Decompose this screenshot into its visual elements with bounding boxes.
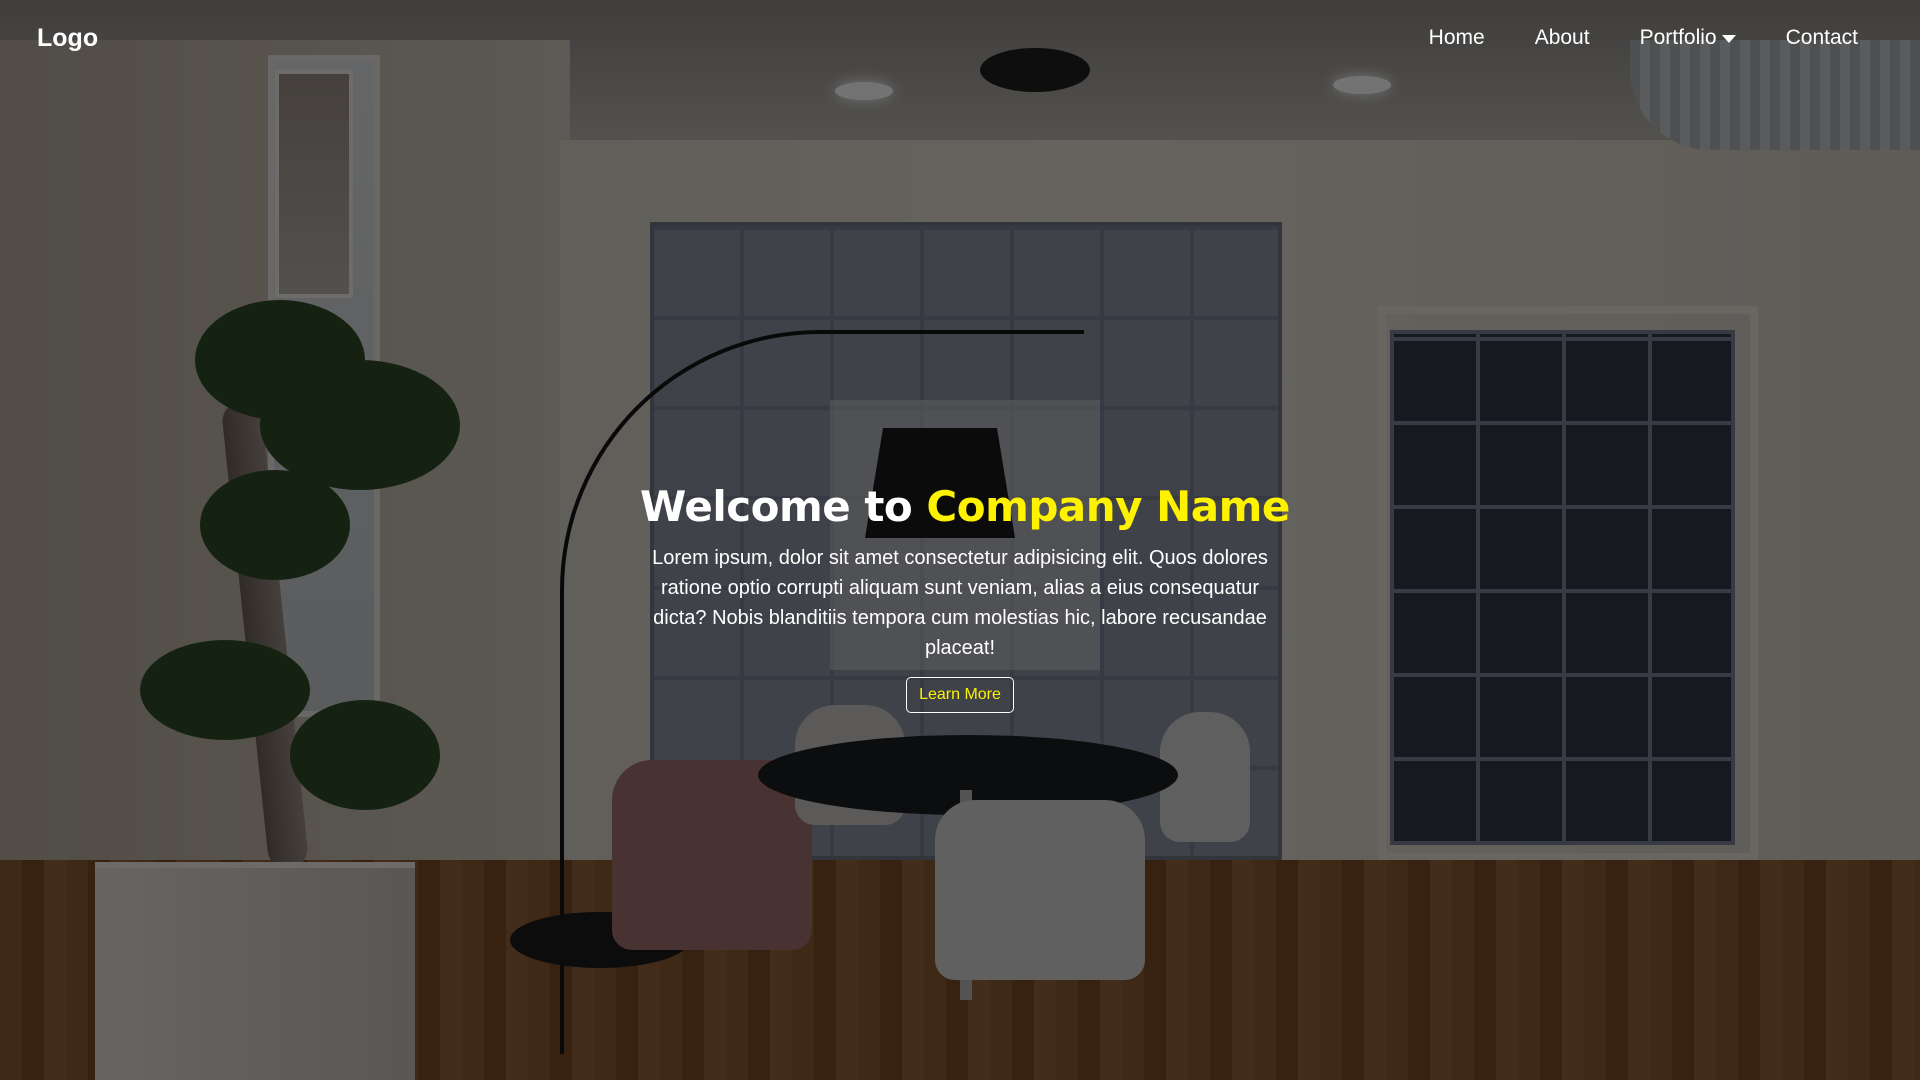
nav-link-contact[interactable]: Contact (1786, 26, 1858, 50)
hero-description: Lorem ipsum, dolor sit amet consectetur … (652, 547, 1268, 659)
caret-down-icon (1721, 35, 1736, 43)
hero-section: Logo Home About Portfolio Contact Welcom… (0, 0, 1920, 1080)
nav-link-portfolio-label: Portfolio (1639, 26, 1717, 49)
nav-menu: Home About Portfolio Contact (1429, 26, 1858, 50)
nav-link-portfolio[interactable]: Portfolio (1640, 26, 1736, 50)
hero-title-highlight: Company Name (926, 482, 1290, 531)
nav-link-home[interactable]: Home (1429, 26, 1485, 50)
learn-more-button[interactable]: Learn More (906, 677, 1014, 713)
logo[interactable]: Logo (37, 24, 98, 53)
top-nav: Logo Home About Portfolio Contact (0, 0, 1920, 82)
nav-link-about[interactable]: About (1535, 26, 1590, 50)
hero-title-prefix: Welcome to (640, 482, 913, 531)
hero-content: Welcome to Company Name Lorem ipsum, dol… (640, 482, 1290, 713)
hero-title: Welcome to Company Name (640, 482, 1290, 531)
